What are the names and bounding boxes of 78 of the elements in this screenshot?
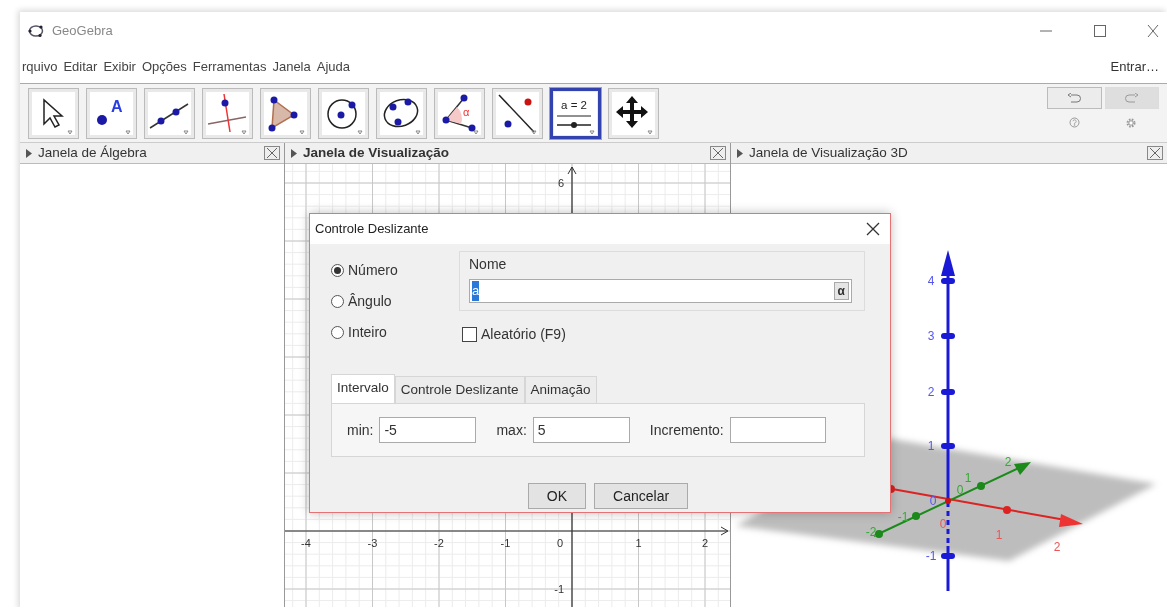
expand-icon[interactable] [291, 148, 297, 158]
tool-button[interactable]: A [86, 87, 137, 139]
field-label: max: [496, 420, 527, 440]
tick-label: 0 [929, 494, 937, 508]
tool-button[interactable] [608, 87, 659, 139]
tool-button[interactable]: a = 2 [550, 87, 601, 139]
tick-label: 2 [701, 537, 709, 549]
redo-icon [1124, 93, 1139, 103]
group-label: Nome [469, 255, 508, 274]
tick-label: 0 [956, 483, 964, 497]
menu-item[interactable]: Ferramentas [192, 56, 267, 77]
tab[interactable]: Controle Deslizante [394, 376, 525, 404]
tick-label: -4 [301, 537, 311, 549]
tick-label: 1 [927, 439, 935, 453]
menu-item[interactable]: Ajuda [316, 56, 350, 77]
maximize-icon[interactable] [1093, 24, 1107, 38]
panel-title: Janela de Visualização [303, 143, 451, 162]
tick-label: 1 [995, 528, 1003, 542]
input-field[interactable]: 5 [532, 417, 630, 444]
tick-label: 2 [927, 385, 935, 399]
name-field[interactable]: a α [469, 279, 852, 303]
tick-label: 6 [557, 177, 564, 189]
close-icon[interactable] [866, 222, 880, 236]
tick-label: 0 [939, 517, 947, 531]
checkbox[interactable] [462, 327, 477, 342]
expand-icon[interactable] [737, 148, 743, 158]
symbol-button[interactable]: α [833, 282, 849, 300]
tick-label: 3 [927, 329, 935, 343]
tick-label: -1 [500, 537, 511, 549]
radio-button[interactable] [331, 326, 344, 339]
cancel-button[interactable]: Cancelar [594, 483, 689, 510]
tick-label: 1 [964, 471, 972, 485]
menu-item[interactable]: Opções [141, 56, 187, 77]
settings-icon[interactable] [1124, 117, 1137, 129]
tick-label: -1 [897, 510, 909, 524]
dialog-title: Controle Deslizante [315, 220, 429, 239]
undo-icon [1067, 93, 1082, 103]
panel-title: Janela de Álgebra [38, 143, 148, 162]
panel-title: Janela de Visualização 3D [749, 143, 909, 162]
menu-item[interactable]: Janela [272, 56, 311, 77]
field-label: Incremento: [649, 420, 724, 440]
radio-label: Ângulo [348, 292, 392, 311]
radio-label: Inteiro [348, 323, 387, 342]
window-title: GeoGebra [52, 22, 113, 41]
field-label: min: [347, 420, 374, 440]
menu-item[interactable]: Editar [63, 56, 98, 77]
checkbox-label: Aleatório (F9) [481, 325, 566, 344]
menu-item[interactable]: Exibir [103, 56, 136, 77]
radio-button[interactable] [331, 295, 344, 308]
input-field[interactable]: -5 [379, 417, 477, 444]
app-logo-icon [28, 24, 44, 38]
menu-item[interactable]: rquivo [22, 56, 58, 77]
tick-label: 0 [556, 537, 564, 549]
tool-button[interactable] [28, 87, 79, 139]
tick-label: -3 [367, 537, 378, 549]
tab[interactable]: Animação [524, 376, 597, 404]
tick-label: 2 [1053, 540, 1061, 554]
tab[interactable]: Intervalo [331, 374, 395, 404]
tool-button[interactable] [492, 87, 543, 139]
tool-button[interactable]: α [434, 87, 485, 139]
tool-button[interactable] [144, 87, 195, 139]
tick-label: 1 [635, 537, 642, 549]
tool-button[interactable] [318, 87, 369, 139]
tick-label: -2 [865, 525, 877, 539]
input-field[interactable] [729, 417, 826, 444]
tick-label: -2 [434, 537, 444, 549]
tool-button[interactable] [260, 87, 311, 139]
tick-label: 2 [1004, 455, 1012, 469]
tick-label: -1 [925, 549, 937, 563]
tool-button[interactable] [376, 87, 427, 139]
login-link[interactable]: Entrar… [1110, 56, 1159, 77]
radio-label: Número [348, 261, 398, 280]
origin-point [945, 498, 951, 504]
tick-label: 4 [927, 274, 935, 288]
tick-label: -1 [554, 583, 564, 595]
expand-icon[interactable] [26, 148, 32, 158]
radio-button[interactable] [331, 264, 344, 277]
ok-button[interactable]: OK [527, 483, 587, 510]
